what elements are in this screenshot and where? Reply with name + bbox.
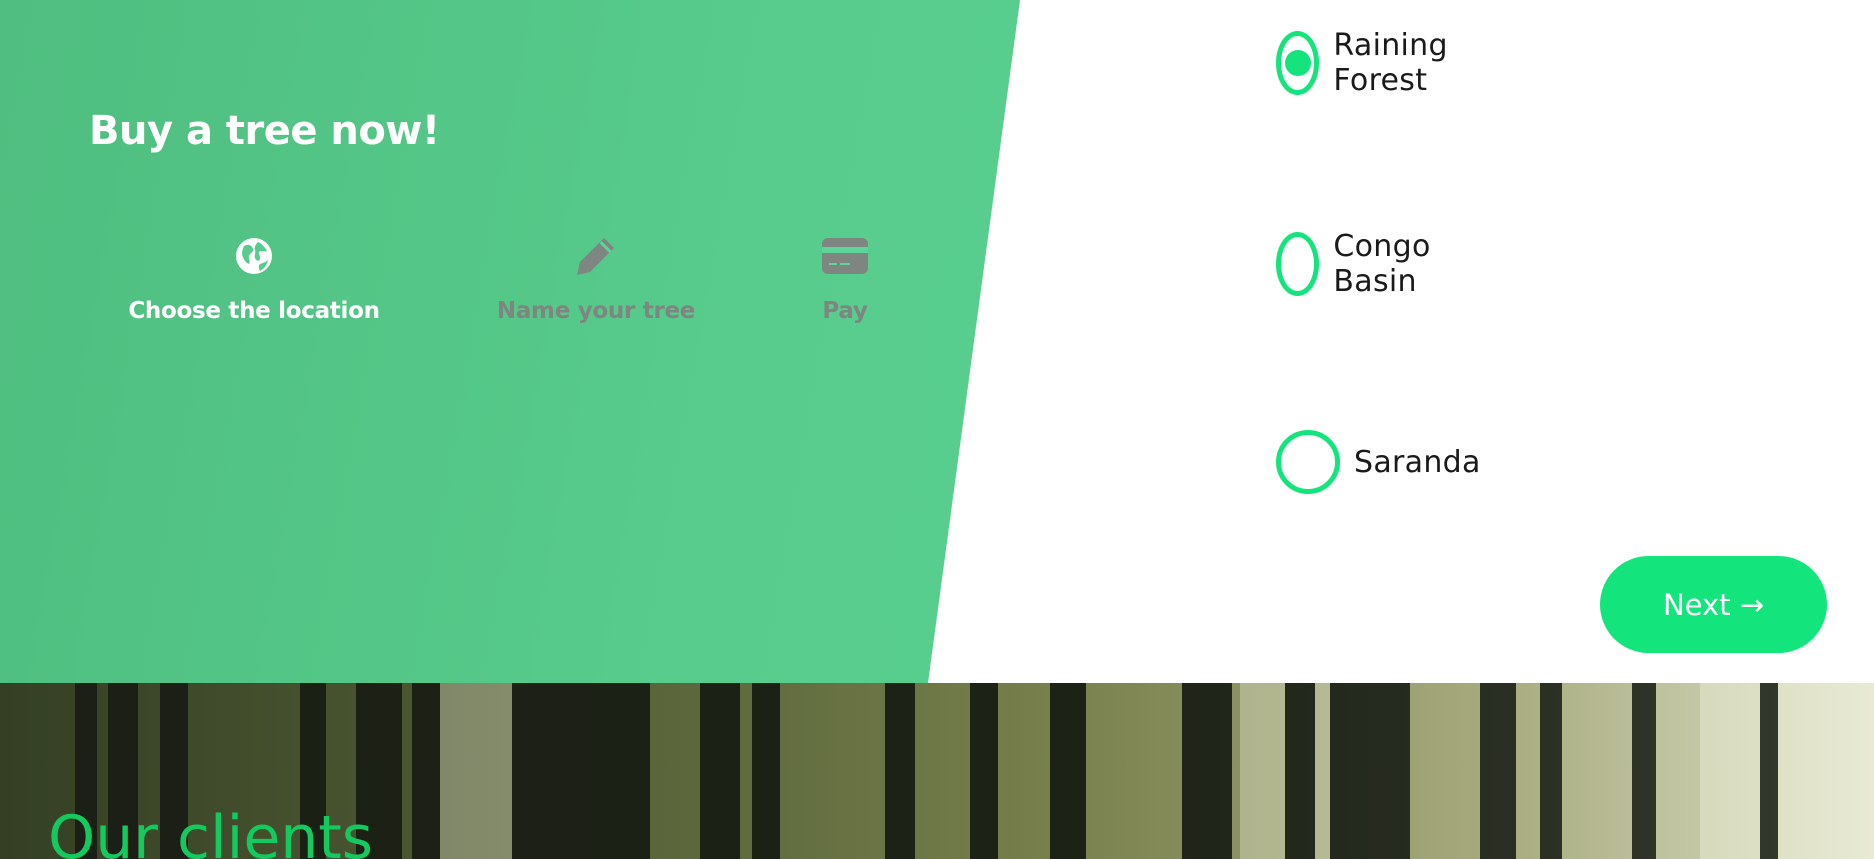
radio-button[interactable] [1276, 232, 1320, 296]
step-pay[interactable]: Pay [790, 232, 900, 324]
radio-button[interactable] [1276, 430, 1340, 494]
option-raining-forest[interactable]: Raining Forest [1276, 28, 1468, 98]
hero-green-panel [0, 0, 1020, 683]
step-label: Pay [822, 298, 868, 324]
option-saranda[interactable]: Saranda [1276, 430, 1481, 494]
page: Buy a tree now! Choose the location Name… [0, 0, 1874, 859]
option-label: Raining Forest [1333, 28, 1448, 98]
globe-icon [230, 232, 278, 280]
step-label: Choose the location [128, 298, 380, 324]
pencil-icon [572, 232, 620, 280]
buy-tree-section: Buy a tree now! Choose the location Name… [0, 0, 1874, 683]
step-label: Name your tree [496, 298, 696, 324]
next-button[interactable]: Next → [1600, 556, 1827, 653]
hero-title: Buy a tree now! [89, 108, 440, 154]
option-congo-basin[interactable]: Congo Basin [1276, 229, 1451, 299]
radio-selected-dot [1284, 50, 1311, 76]
step-choose-location[interactable]: Choose the location [128, 232, 380, 324]
clients-title: Our clients [48, 803, 374, 859]
radio-button[interactable] [1276, 31, 1320, 95]
clients-section: Our clients [0, 683, 1874, 859]
option-label: Saranda [1354, 444, 1481, 480]
credit-card-icon [821, 232, 869, 280]
step-name-tree[interactable]: Name your tree [476, 232, 716, 324]
option-label: Congo Basin [1333, 229, 1431, 299]
